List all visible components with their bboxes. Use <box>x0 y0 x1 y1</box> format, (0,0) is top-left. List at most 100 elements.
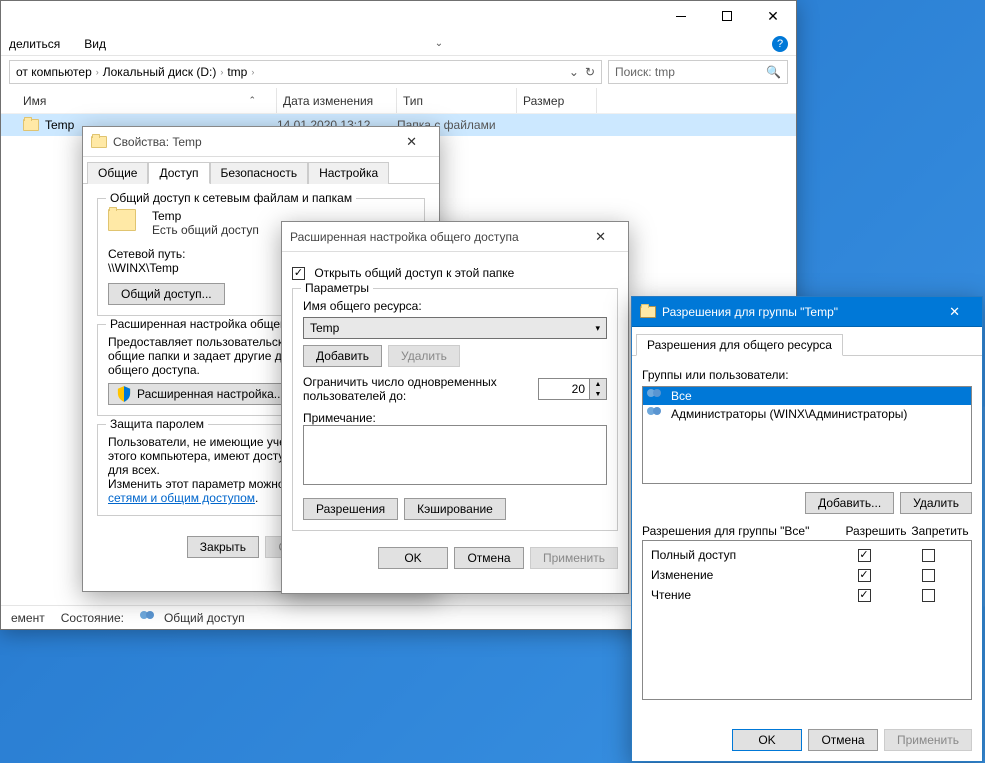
share-state: Есть общий доступ <box>152 223 259 237</box>
permissions-button[interactable]: Разрешения <box>303 498 398 520</box>
breadcrumb-disk[interactable]: Локальный диск (D:) <box>103 65 217 79</box>
user-limit-input[interactable] <box>539 382 589 396</box>
column-date[interactable]: Дата изменения <box>277 88 397 113</box>
folder-icon <box>23 119 39 131</box>
search-input[interactable]: Поиск: tmp 🔍 <box>608 60 788 84</box>
close-button[interactable]: Закрыть <box>187 536 259 558</box>
chevron-right-icon: › <box>96 67 99 77</box>
params-group: Параметры Имя общего ресурса: Temp ▾ Доб… <box>292 288 618 531</box>
perm-row-change: Изменение <box>643 565 971 585</box>
open-share-checkbox-row[interactable]: Открыть общий доступ к этой папке <box>292 266 618 280</box>
cancel-button[interactable]: Отмена <box>454 547 524 569</box>
share-name-label: Имя общего ресурса: <box>303 299 607 313</box>
permissions-table: Разрешения для группы "Все" Разрешить За… <box>642 522 972 700</box>
dialog-title: Разрешения для группы "Temp" <box>662 305 838 319</box>
deny-full-checkbox[interactable] <box>922 549 935 562</box>
group-title: Защита паролем <box>106 417 208 431</box>
refresh-icon[interactable]: ↻ <box>585 65 595 79</box>
tab-general[interactable]: Общие <box>87 162 148 184</box>
allow-read-checkbox[interactable] <box>858 589 871 602</box>
cancel-button[interactable]: Отмена <box>808 729 878 751</box>
close-icon[interactable]: ✕ <box>935 300 974 324</box>
list-item[interactable]: Администраторы (WINX\Администраторы) <box>643 405 971 423</box>
dialog-titlebar: Расширенная настройка общего доступа ✕ <box>282 222 628 252</box>
shared-icon <box>140 611 158 625</box>
ribbon-expand-icon[interactable]: ⌄ <box>435 38 443 49</box>
users-list[interactable]: Все Администраторы (WINX\Администраторы) <box>642 386 972 484</box>
spinner-down-icon[interactable]: ▼ <box>590 389 606 399</box>
open-share-label: Открыть общий доступ к этой папке <box>314 266 514 280</box>
ok-button[interactable]: OK <box>378 547 448 569</box>
group-title: Параметры <box>301 281 373 295</box>
note-label: Примечание: <box>303 411 607 425</box>
shield-icon <box>117 386 131 402</box>
spinner-up-icon[interactable]: ▲ <box>590 379 606 389</box>
share-button[interactable]: Общий доступ... <box>108 283 225 305</box>
allow-change-checkbox[interactable] <box>858 569 871 582</box>
tab-settings[interactable]: Настройка <box>308 162 389 184</box>
column-type[interactable]: Тип <box>397 88 517 113</box>
apply-button[interactable]: Применить <box>530 547 618 569</box>
limit-label: пользователей до: <box>303 389 497 403</box>
address-bar: от компьютер › Локальный диск (D:) › tmp… <box>1 56 796 88</box>
close-button[interactable]: ✕ <box>750 1 796 31</box>
tab-share-permissions[interactable]: Разрешения для общего ресурса <box>636 334 843 356</box>
dialog-titlebar: Свойства: Temp ✕ <box>83 127 439 157</box>
search-icon: 🔍 <box>766 65 781 79</box>
share-name-select[interactable]: Temp ▾ <box>303 317 607 339</box>
breadcrumb-folder[interactable]: tmp <box>227 65 247 79</box>
open-share-checkbox[interactable] <box>292 267 305 280</box>
chevron-right-icon: › <box>251 67 254 77</box>
breadcrumb-dropdown-icon[interactable]: ⌄ <box>569 65 579 79</box>
breadcrumb-pc[interactable]: от компьютер <box>16 65 92 79</box>
dialog-title: Свойства: Temp <box>113 135 202 149</box>
permissions-tabs: Разрешения для общего ресурса <box>632 327 982 356</box>
column-size[interactable]: Размер <box>517 88 597 113</box>
close-icon[interactable]: ✕ <box>392 130 431 154</box>
user-limit-spinner[interactable]: ▲▼ <box>538 378 607 400</box>
folder-icon <box>640 306 656 318</box>
share-folder-name: Temp <box>152 209 259 223</box>
add-share-button[interactable]: Добавить <box>303 345 382 367</box>
tab-access[interactable]: Доступ <box>148 162 209 184</box>
minimize-button[interactable] <box>658 1 704 31</box>
maximize-button[interactable] <box>704 1 750 31</box>
deny-header: Запретить <box>908 524 972 538</box>
allow-full-checkbox[interactable] <box>858 549 871 562</box>
sort-indicator-icon: ⌃ <box>248 95 256 106</box>
caching-button[interactable]: Кэширование <box>404 498 506 520</box>
status-elements: емент <box>11 611 45 625</box>
status-state-value: Общий доступ <box>164 611 245 625</box>
dialog-titlebar: Разрешения для группы "Temp" ✕ <box>632 297 982 327</box>
breadcrumb[interactable]: от компьютер › Локальный диск (D:) › tmp… <box>9 60 602 84</box>
column-name[interactable]: Имя ⌃ <box>17 88 277 113</box>
ribbon-tab-view[interactable]: Вид <box>84 37 106 51</box>
help-icon[interactable]: ? <box>772 36 788 52</box>
network-settings-link[interactable]: сетями и общим доступом <box>108 491 255 505</box>
dialog-buttons: OK Отмена Применить <box>282 541 628 575</box>
column-headers: Имя ⌃ Дата изменения Тип Размер <box>1 88 796 114</box>
properties-tabs: Общие Доступ Безопасность Настройка <box>83 157 439 184</box>
search-placeholder: Поиск: tmp <box>615 65 675 79</box>
allow-header: Разрешить <box>844 524 908 538</box>
deny-change-checkbox[interactable] <box>922 569 935 582</box>
dialog-title: Расширенная настройка общего доступа <box>290 230 519 244</box>
tab-security[interactable]: Безопасность <box>210 162 309 184</box>
note-textarea[interactable] <box>303 425 607 485</box>
deny-read-checkbox[interactable] <box>922 589 935 602</box>
dialog-buttons: OK Отмена Применить <box>632 723 982 757</box>
ribbon-tab-share[interactable]: делиться <box>9 37 60 51</box>
groups-label: Группы или пользователи: <box>642 368 972 382</box>
users-icon <box>647 389 665 403</box>
remove-user-button[interactable]: Удалить <box>900 492 972 514</box>
close-icon[interactable]: ✕ <box>581 225 620 249</box>
apply-button[interactable]: Применить <box>884 729 972 751</box>
status-state-label: Состояние: <box>61 611 124 625</box>
remove-share-button[interactable]: Удалить <box>388 345 460 367</box>
ok-button[interactable]: OK <box>732 729 802 751</box>
add-user-button[interactable]: Добавить... <box>805 492 894 514</box>
explorer-titlebar: ✕ <box>1 1 796 32</box>
permissions-dialog: Разрешения для группы "Temp" ✕ Разрешени… <box>631 296 983 762</box>
perm-for-label: Разрешения для группы "Все" <box>642 524 844 538</box>
list-item[interactable]: Все <box>643 387 971 405</box>
